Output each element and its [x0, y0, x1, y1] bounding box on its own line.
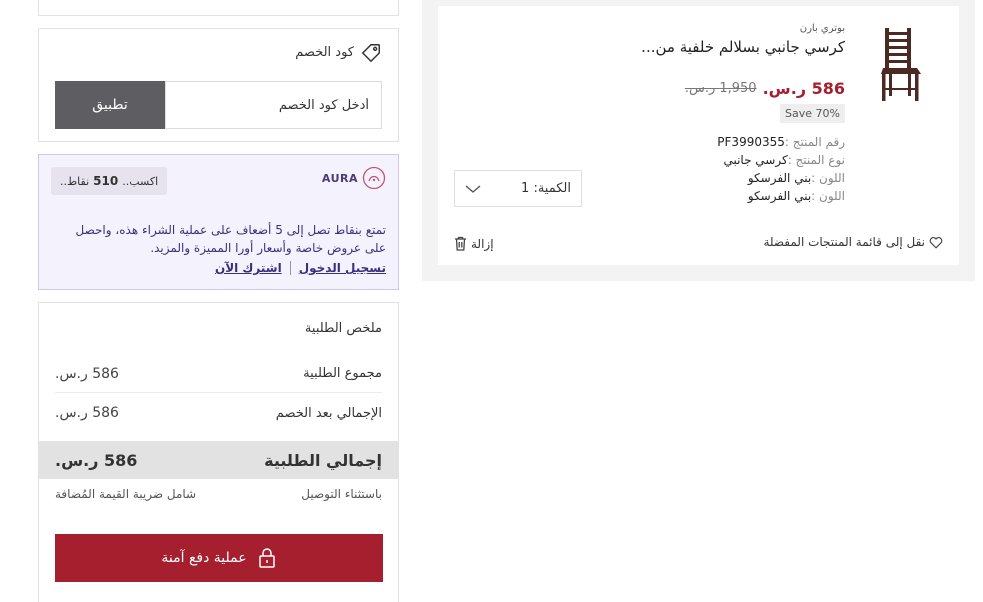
product-old-price: 1,950 ر.س.	[684, 81, 757, 96]
after-discount-label: الإجمالي بعد الخصم	[275, 405, 382, 421]
price-row: 586 ر.س. 1,950 ر.س.	[685, 79, 845, 98]
apply-discount-button[interactable]: تطبيق	[55, 81, 165, 129]
order-summary-panel: ملخص الطلبية مجموع الطلبية 586 ر.س. الإج…	[38, 302, 399, 602]
aura-logo-icon	[362, 166, 386, 190]
aura-rewards-panel: AURA اكسب.. 510 نقاط.. تمتع بنقاط تصل إل…	[38, 154, 399, 290]
order-total-label: إجمالي الطلبية	[264, 450, 382, 470]
subtotal-value: 586 ر.س.	[55, 365, 119, 382]
spec-label: نوع المنتج :	[787, 153, 845, 167]
delivery-note: باستثناء التوصيل	[301, 487, 382, 501]
subtotal-label: مجموع الطلبية	[303, 366, 382, 381]
chevron-down-icon	[465, 184, 481, 193]
earn-suffix: نقاط..	[60, 174, 90, 188]
after-discount-row: الإجمالي بعد الخصم 586 ر.س.	[55, 394, 382, 432]
quantity-text: الكمية: 1	[521, 181, 571, 196]
checkout-label: عملية دفع آمنة	[161, 550, 247, 566]
discount-code-input[interactable]	[165, 81, 382, 129]
previous-panel-edge	[38, 0, 399, 16]
cart-item-card: بوتري بارن كرسي جانبي بسلالم خلفية من...…	[438, 6, 959, 265]
product-title[interactable]: كرسي جانبي بسلالم خلفية من...	[565, 38, 845, 56]
product-brand: بوتري بارن	[799, 23, 845, 34]
spec-type: نوع المنتج :كرسي جانبي	[723, 153, 845, 167]
discount-code-panel: كود الخصم تطبيق	[38, 28, 399, 142]
spec-value: PF3990355	[717, 135, 785, 149]
wishlist-label: نقل إلى قائمة المنتجات المفضلة	[763, 235, 925, 249]
aura-links: تسجيل الدخول اشترك الآن	[215, 261, 386, 275]
spec-value: بني الفرسكو	[747, 189, 812, 203]
tag-icon	[361, 44, 380, 63]
spec-label: اللون :	[811, 189, 845, 203]
remove-label: إزالة	[471, 236, 494, 251]
spec-label: رقم المنتج :	[784, 135, 845, 149]
aura-join-link[interactable]: اشترك الآن	[215, 261, 282, 275]
heart-icon	[929, 236, 943, 249]
after-discount-value: 586 ر.س.	[55, 405, 119, 421]
aura-logo-text: AURA	[321, 171, 358, 185]
spec-label: اللون :	[811, 171, 845, 185]
order-total-row: إجمالي الطلبية 586 ر.س.	[39, 441, 398, 479]
product-price: 586 ر.س.	[762, 79, 845, 98]
spec-color: اللون :بني الفرسكو	[748, 171, 845, 185]
lock-icon	[258, 548, 275, 568]
aura-earn-points-badge: اكسب.. 510 نقاط..	[51, 167, 168, 195]
spec-value: كرسي جانبي	[723, 153, 788, 167]
order-summary-title: ملخص الطلبية	[304, 321, 382, 336]
link-divider	[289, 261, 291, 275]
trash-icon	[455, 236, 466, 251]
aura-logo: AURA	[322, 166, 386, 190]
order-total-value: 586 ر.س.	[55, 450, 138, 470]
spec-color-2: اللون :بني الفرسكو	[748, 189, 845, 203]
product-image[interactable]	[877, 26, 923, 102]
aura-promo-message: تمتع بنقاط تصل إلى 5 أضعاف على عملية الش…	[75, 223, 386, 255]
remove-item-link[interactable]: إزالة	[454, 236, 494, 251]
earn-prefix: اكسب..	[122, 174, 159, 188]
earn-points-value: 510	[93, 174, 119, 188]
spec-sku: رقم المنتج :PF3990355	[717, 135, 845, 149]
save-badge: Save 70%	[780, 104, 845, 123]
secure-checkout-button[interactable]: عملية دفع آمنة	[55, 534, 383, 582]
discount-code-title: كود الخصم	[295, 45, 354, 60]
tax-notes-row: باستثناء التوصيل شامل ضريبة القيمة المُض…	[55, 487, 382, 501]
vat-note: شامل ضريبة القيمة المُضافة	[55, 487, 197, 501]
spec-value: بني الفرسكو	[747, 171, 812, 185]
aura-login-link[interactable]: تسجيل الدخول	[299, 261, 386, 275]
subtotal-row: مجموع الطلبية 586 ر.س.	[55, 355, 382, 393]
move-to-wishlist-link[interactable]: نقل إلى قائمة المنتجات المفضلة	[763, 235, 943, 249]
quantity-select[interactable]: الكمية: 1	[454, 170, 582, 207]
